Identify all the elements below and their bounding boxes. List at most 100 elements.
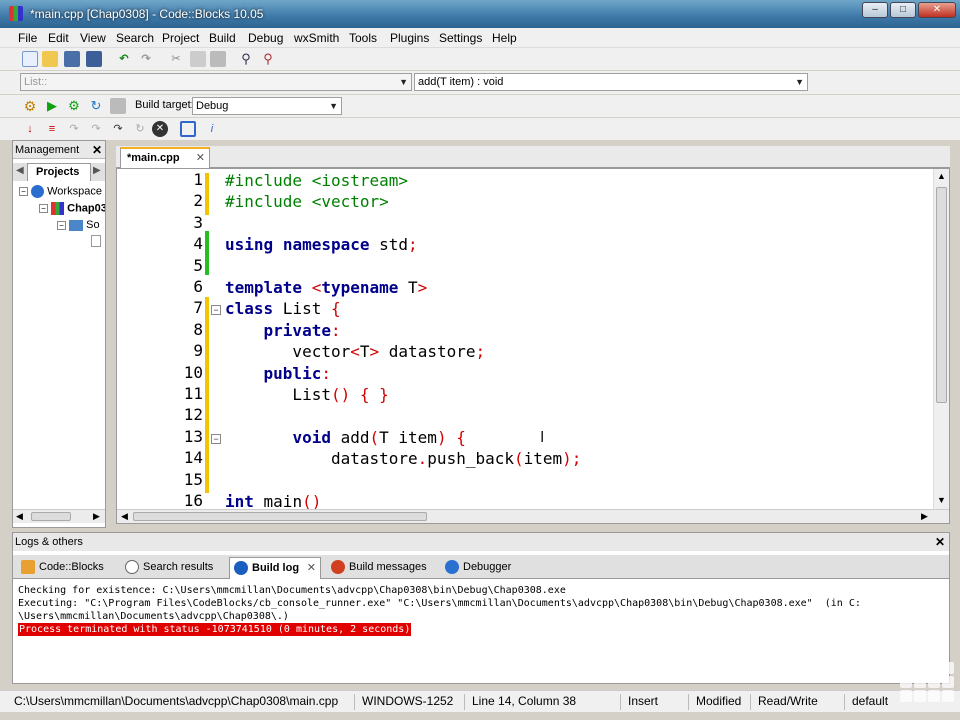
scroll-thumb[interactable] [31, 512, 71, 521]
step-out-icon[interactable]: ↻ [132, 121, 148, 137]
tab-scroll-left-icon[interactable]: ◀ [16, 165, 24, 176]
close-icon[interactable]: ✕ [935, 533, 945, 551]
code-line[interactable]: template <typename T> [225, 277, 427, 298]
tab-projects[interactable]: Projects [27, 163, 91, 181]
tree-collapse-icon[interactable]: − [57, 220, 66, 230]
tab-label: Debugger [463, 561, 512, 573]
menu-build[interactable]: Build [209, 31, 236, 45]
stop-debugger-icon[interactable]: ✕ [152, 121, 168, 137]
info-icon[interactable]: i [204, 121, 220, 137]
close-tab-icon[interactable]: ✕ [196, 149, 205, 168]
tree-collapse-icon[interactable]: − [19, 187, 28, 196]
debug-windows-icon[interactable] [180, 121, 196, 137]
code-token: T item [379, 427, 437, 447]
copy-icon[interactable] [190, 51, 206, 67]
code-token: { } [359, 385, 389, 404]
tab-debugger[interactable]: Debugger [441, 557, 531, 579]
menu-search[interactable]: Search [116, 31, 154, 45]
abort-icon[interactable] [110, 98, 126, 114]
code-line[interactable]: #include <iostream> [225, 170, 408, 191]
redo-icon[interactable]: ↷ [138, 51, 154, 67]
scroll-thumb[interactable] [133, 512, 427, 521]
fold-toggle-icon[interactable]: − [211, 305, 221, 315]
tree-item-project[interactable]: − Chap0308 [39, 202, 105, 218]
editor-vscrollbar[interactable]: ▲ ▼ [933, 169, 949, 509]
scroll-up-icon[interactable]: ▲ [937, 171, 946, 181]
open-folder-icon[interactable] [42, 51, 58, 67]
tab-build-log[interactable]: Build log ✕ [229, 557, 321, 579]
menu-help[interactable]: Help [492, 31, 517, 45]
tree-collapse-icon[interactable]: − [39, 204, 48, 213]
code-line[interactable]: public: [225, 363, 331, 384]
code-line[interactable]: using namespace std; [225, 234, 418, 255]
menu-file[interactable]: File [18, 31, 37, 45]
scroll-thumb[interactable] [936, 187, 947, 403]
tree-item-sources[interactable]: − So [57, 219, 105, 235]
code-token: push_back [427, 449, 514, 469]
menu-tools[interactable]: Tools [349, 31, 377, 45]
function-combo[interactable]: add(T item) : void ▼ [414, 73, 808, 91]
new-file-icon[interactable] [22, 51, 38, 67]
code-line[interactable]: List() { } [225, 384, 389, 405]
menu-plugins[interactable]: Plugins [390, 31, 429, 45]
rebuild-icon[interactable]: ↻ [88, 98, 104, 114]
minimize-button[interactable]: – [862, 2, 888, 18]
next-instruction-icon[interactable]: ↷ [88, 121, 104, 137]
scroll-left-icon[interactable]: ◀ [16, 511, 23, 522]
menu-edit[interactable]: Edit [48, 31, 69, 45]
run-icon[interactable]: ▶ [44, 98, 60, 114]
scroll-down-icon[interactable]: ▼ [937, 495, 946, 505]
build-gear-icon[interactable]: ⚙ [22, 98, 38, 114]
logs-panel: Logs & others ✕ Code::Blocks Search resu… [12, 532, 950, 684]
scroll-right-icon[interactable]: ▶ [93, 511, 100, 522]
code-line[interactable]: datastore.push_back(item); [225, 448, 581, 469]
menu-debug[interactable]: Debug [248, 31, 283, 45]
scroll-right-icon[interactable]: ▶ [921, 511, 928, 522]
run-to-cursor-icon[interactable]: ≡ [44, 121, 60, 137]
menu-wxsmith[interactable]: wxSmith [294, 31, 339, 45]
code-token: item [523, 449, 563, 469]
scroll-left-icon[interactable]: ◀ [121, 511, 128, 522]
management-hscrollbar[interactable]: ◀ ▶ [13, 509, 105, 523]
maximize-button[interactable]: □ [890, 2, 916, 18]
debug-run-icon[interactable]: ↓ [22, 121, 38, 137]
menu-settings[interactable]: Settings [439, 31, 482, 45]
close-tab-icon[interactable]: ✕ [307, 558, 316, 578]
code-line[interactable]: vector<T> datastore; [225, 341, 485, 362]
tab-build-messages[interactable]: Build messages [327, 557, 437, 579]
build-target-combo[interactable]: Debug ▼ [192, 97, 342, 115]
tab-label: Code::Blocks [39, 561, 104, 573]
code-token: std [369, 235, 409, 255]
tree-item-file[interactable] [91, 235, 105, 251]
code-line[interactable]: #include <vector> [225, 191, 389, 212]
code-token: : [330, 320, 341, 340]
paste-icon[interactable] [210, 51, 226, 67]
tab-search-results[interactable]: Search results [121, 557, 227, 579]
next-line-icon[interactable]: ↷ [66, 121, 82, 137]
editor-hscrollbar[interactable]: ◀ ▶ [117, 509, 949, 523]
tab-codeblocks-log[interactable]: Code::Blocks [17, 557, 117, 579]
find-icon[interactable]: ⚲ [238, 51, 254, 67]
code-area[interactable]: #include <iostream> #include <vector> usin… [225, 169, 931, 511]
build-and-run-icon[interactable]: ⚙ [66, 98, 82, 114]
menu-view[interactable]: View [80, 31, 106, 45]
replace-icon[interactable]: ⚲ [260, 51, 276, 67]
save-icon[interactable] [64, 51, 80, 67]
save-all-icon[interactable] [86, 51, 102, 67]
close-icon[interactable]: ✕ [92, 141, 102, 159]
tree-item-workspace[interactable]: − Workspace [19, 185, 105, 201]
code-editor[interactable]: 1 2 3 4 5 6 7 8 9 10 11 12 13 14 15 16 − − #include <io… [116, 168, 950, 524]
cut-icon[interactable]: ✂ [168, 51, 184, 67]
code-line[interactable]: void add(T item) { [225, 427, 465, 448]
tab-main-cpp[interactable]: *main.cpp ✕ [120, 147, 210, 168]
code-line[interactable]: private: [225, 320, 341, 341]
code-line[interactable]: class List { [225, 298, 341, 319]
undo-icon[interactable]: ↶ [116, 51, 132, 67]
fold-toggle-icon[interactable]: − [211, 434, 221, 444]
scope-combo[interactable]: List:: ▼ [20, 73, 412, 91]
menu-project[interactable]: Project [162, 31, 199, 45]
step-into-icon[interactable]: ↷ [110, 121, 126, 137]
close-window-button[interactable]: ✕ [918, 2, 956, 18]
tab-scroll-right-icon[interactable]: ▶ [93, 165, 101, 176]
